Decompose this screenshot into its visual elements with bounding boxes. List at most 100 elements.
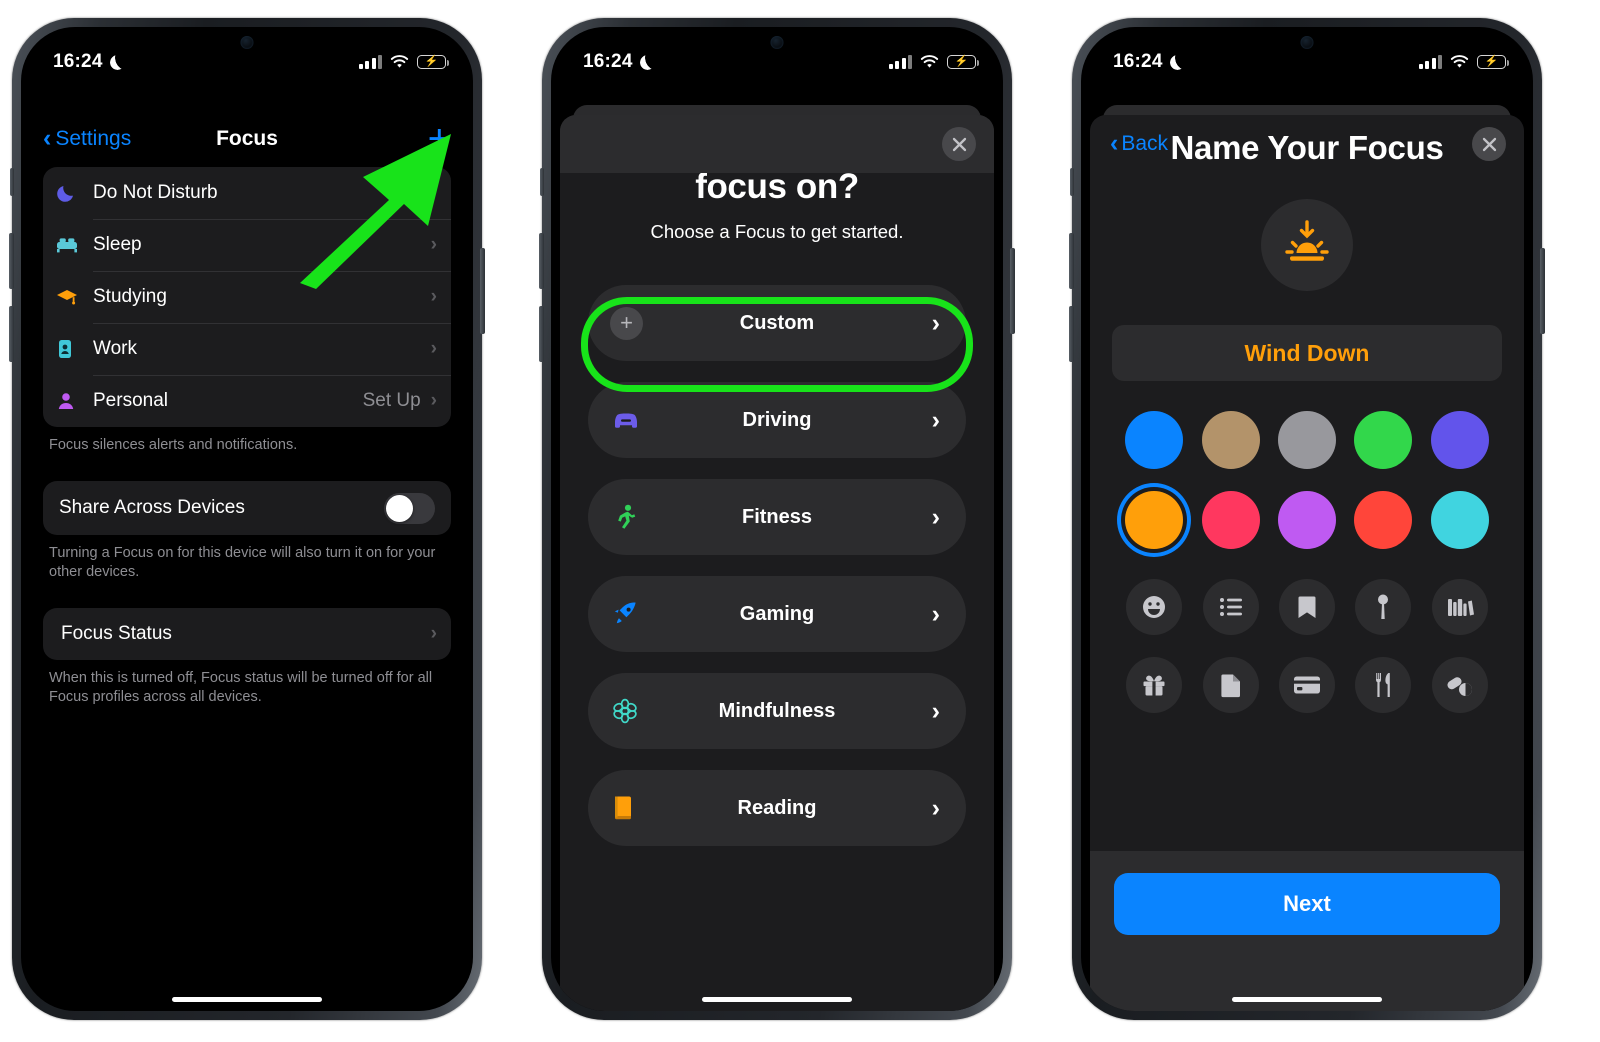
share-across-devices-toggle[interactable] (384, 492, 435, 524)
focus-name-input[interactable]: Wind Down (1112, 325, 1502, 381)
focus-profiles-card: Do Not Disturb On › Sleep › Studying › W… (43, 167, 451, 427)
option-label: Custom (739, 311, 815, 334)
crescent-moon-icon (110, 55, 125, 70)
bed-icon (55, 235, 93, 255)
volume-down-button[interactable] (1069, 306, 1074, 362)
row-label: Personal (93, 390, 168, 411)
table-row[interactable]: Sleep › (43, 219, 451, 271)
list-icon[interactable] (1202, 579, 1259, 635)
volume-up-button[interactable] (9, 233, 14, 289)
cellular-bars-icon (1418, 55, 1442, 69)
chevron-right-icon: › (931, 502, 940, 531)
choose-focus-sheet: focus on? Choose a Focus to get started.… (560, 115, 994, 1011)
battery-charging-icon: ⚡ (1477, 55, 1509, 69)
gift-icon[interactable] (1126, 657, 1183, 713)
home-indicator[interactable] (702, 997, 852, 1002)
status-right: ⚡ (1418, 55, 1509, 69)
bookmark-icon[interactable] (1278, 579, 1335, 635)
mute-switch[interactable] (540, 168, 544, 196)
chevron-right-icon: › (430, 286, 437, 307)
focus-option-custom[interactable]: + Custom › (588, 285, 966, 361)
color-swatch-pink[interactable] (1201, 491, 1260, 549)
sheet-header (560, 115, 994, 173)
mute-switch[interactable] (1070, 168, 1074, 196)
wifi-icon (1450, 55, 1469, 69)
focus-status-label: Focus Status (61, 623, 172, 644)
color-swatch-green[interactable] (1354, 411, 1413, 469)
volume-up-button[interactable] (1069, 233, 1074, 289)
status-time: 16:24 (1113, 51, 1163, 72)
sheet-footer: Next (1090, 851, 1524, 1011)
status-right: ⚡ (888, 55, 979, 69)
pills-icon[interactable] (1431, 657, 1488, 713)
focus-option-fitness[interactable]: Fitness › (588, 479, 966, 555)
close-icon[interactable] (942, 127, 976, 161)
focus-option-gaming[interactable]: Gaming › (588, 576, 966, 652)
id-badge-icon (55, 338, 93, 360)
row-label: Sleep (93, 234, 142, 255)
pin-icon[interactable] (1355, 579, 1412, 635)
add-focus-button[interactable]: + (428, 119, 451, 159)
notch (1223, 27, 1391, 57)
next-button[interactable]: Next (1114, 873, 1500, 935)
chevron-right-icon: › (430, 182, 437, 203)
icon-picker-grid (1116, 579, 1498, 713)
volume-down-button[interactable] (9, 306, 14, 362)
color-swatch-grid (1116, 411, 1498, 549)
focus-settings-content: Do Not Disturb On › Sleep › Studying › W… (21, 167, 473, 1011)
books-icon[interactable] (1431, 579, 1488, 635)
color-swatch-red[interactable] (1354, 491, 1413, 549)
sheet-subtitle: Choose a Focus to get started. (650, 221, 904, 242)
smiley-icon[interactable] (1126, 579, 1183, 635)
row-value: Set Up (362, 390, 421, 411)
fork-knife-icon[interactable] (1355, 657, 1412, 713)
credit-card-icon[interactable] (1278, 657, 1335, 713)
focus-option-driving[interactable]: Driving › (588, 382, 966, 458)
chevron-right-icon: › (430, 234, 437, 255)
focus-footnote: Focus silences alerts and notifications. (49, 437, 298, 453)
share-across-devices-card: Share Across Devices (43, 481, 451, 535)
focus-option-reading[interactable]: Reading › (588, 770, 966, 846)
option-label: Reading (737, 796, 817, 819)
document-icon[interactable] (1202, 657, 1259, 713)
color-swatch-indigo[interactable] (1430, 411, 1489, 469)
chevron-right-icon: › (931, 405, 940, 434)
option-label: Driving (742, 408, 812, 431)
status-left: 16:24 (1113, 51, 1185, 73)
back-button[interactable]: ‹ Back (1110, 130, 1169, 156)
color-swatch-cyan[interactable] (1430, 491, 1489, 549)
front-camera-icon (1300, 36, 1314, 49)
moon-icon (55, 182, 93, 204)
volume-down-button[interactable] (539, 306, 544, 362)
table-row[interactable]: Studying › (43, 271, 451, 323)
table-row[interactable]: Do Not Disturb On › (43, 167, 451, 219)
chevron-right-icon: › (931, 793, 940, 822)
table-row[interactable]: Work › (43, 323, 451, 375)
focus-status-row[interactable]: Focus Status › (43, 608, 451, 660)
volume-up-button[interactable] (539, 233, 544, 289)
close-icon[interactable] (1472, 127, 1506, 161)
table-row[interactable]: Personal Set Up › (43, 375, 451, 427)
phone-3-name-your-focus: 16:24 ⚡ ‹ Back Name Your Focus Wind Down… (1069, 18, 1545, 1020)
toggle-knob (386, 494, 413, 522)
color-swatch-tan[interactable] (1201, 411, 1260, 469)
share-across-devices-row[interactable]: Share Across Devices (43, 481, 451, 535)
chevron-right-icon: › (931, 308, 940, 337)
color-swatch-purple[interactable] (1277, 491, 1336, 549)
color-swatch-blue[interactable] (1125, 411, 1184, 469)
row-value: On (395, 182, 421, 203)
home-indicator[interactable] (1232, 997, 1382, 1002)
phone-1-focus-settings: 16:24 ⚡ ‹ Settings Focus + Do Not Distur… (9, 18, 485, 1020)
power-button[interactable] (1540, 248, 1545, 334)
focus-name-value: Wind Down (1244, 339, 1370, 366)
power-button[interactable] (1010, 248, 1015, 334)
color-swatch-orange[interactable] (1125, 491, 1184, 549)
color-swatch-gray[interactable] (1277, 411, 1336, 469)
mute-switch[interactable] (10, 168, 14, 196)
status-footnote: When this is turned off, Focus status wi… (49, 670, 433, 705)
home-indicator[interactable] (172, 997, 322, 1002)
wifi-icon (920, 55, 939, 69)
power-button[interactable] (480, 248, 485, 334)
focus-option-mindfulness[interactable]: Mindfulness › (588, 673, 966, 749)
back-label: Back (1121, 132, 1169, 155)
